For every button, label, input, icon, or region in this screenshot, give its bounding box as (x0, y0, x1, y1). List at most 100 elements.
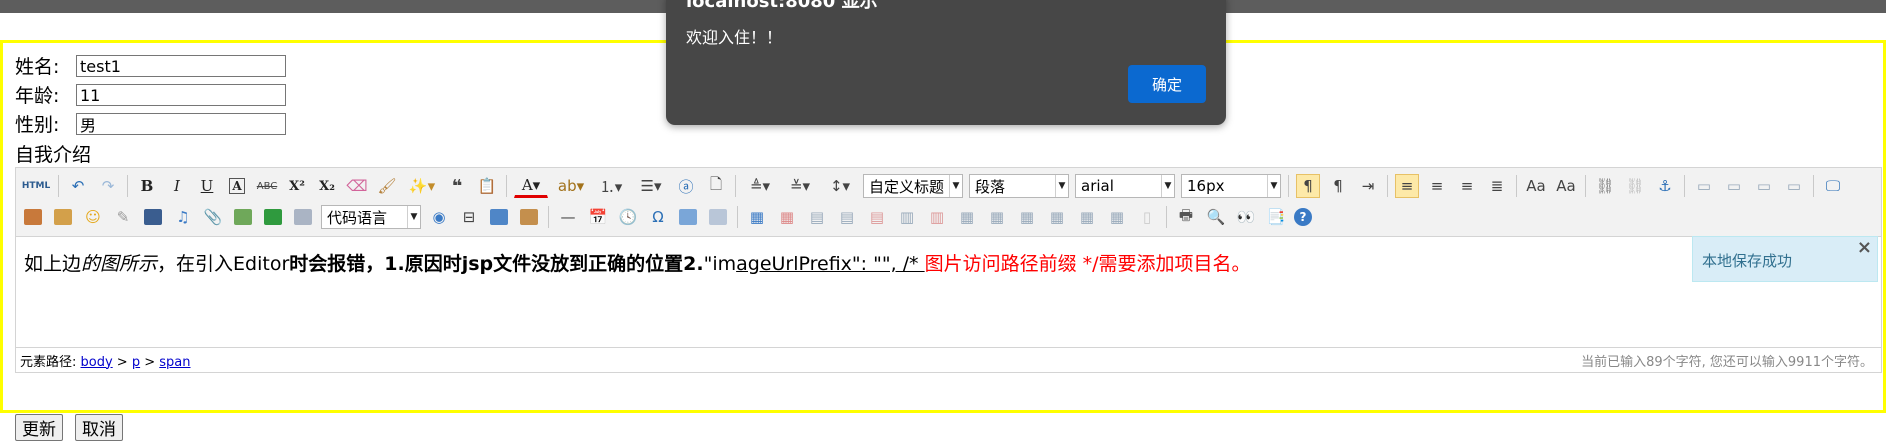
font-family-select[interactable]: arial ▼ (1075, 174, 1175, 198)
name-row: 姓名: (15, 54, 286, 80)
date-icon[interactable]: 📅 (586, 205, 610, 229)
age-input[interactable] (76, 84, 286, 106)
font-border-icon[interactable]: A (229, 178, 245, 194)
unordered-list-icon[interactable]: ☰▾ (634, 174, 668, 198)
gender-input[interactable] (76, 113, 286, 135)
special-char-icon[interactable]: Ω (646, 205, 670, 229)
unlink-icon[interactable]: ⛓ (1623, 174, 1647, 198)
search-replace-icon[interactable]: 👀 (1234, 205, 1258, 229)
subscript-icon[interactable]: X₂ (315, 174, 339, 198)
toolbar-separator (58, 175, 59, 197)
highlight-color-icon[interactable]: ab▾ (554, 174, 588, 198)
web-app-icon[interactable]: ◉ (427, 205, 451, 229)
blockquote-icon[interactable]: ❝ (445, 174, 469, 198)
simple-upload-icon[interactable] (21, 205, 45, 229)
align-left-icon[interactable]: ≡ (1395, 174, 1419, 198)
eraser-icon[interactable]: ⌫ (345, 174, 369, 198)
split-rows-icon[interactable]: ▦ (1075, 205, 1099, 229)
path-link-span[interactable]: span (159, 355, 190, 370)
direction-ltr-icon[interactable]: ¶ (1296, 174, 1320, 198)
page-break-icon[interactable]: ⊟ (457, 205, 481, 229)
custom-title-select[interactable]: 自定义标题 ▼ (863, 174, 963, 198)
font-color-icon[interactable]: A▾ (514, 174, 548, 198)
underline-icon[interactable]: U (195, 174, 219, 198)
indent-icon[interactable]: ⇥ (1356, 174, 1380, 198)
background-icon[interactable] (517, 205, 541, 229)
music-icon[interactable]: ♫ (171, 205, 195, 229)
redo-icon[interactable]: ↷ (96, 174, 120, 198)
chart-icon[interactable]: ▯ (1135, 205, 1159, 229)
preview-icon[interactable]: 🔍 (1204, 205, 1228, 229)
image-none-icon[interactable]: ▭ (1692, 174, 1716, 198)
font-size-select[interactable]: 16px ▼ (1181, 174, 1281, 198)
code-language-select[interactable]: 代码语言 ▼ (321, 205, 421, 229)
anchor-icon[interactable]: ⚓ (1653, 174, 1677, 198)
help-icon[interactable]: ? (1294, 208, 1312, 226)
insert-image-icon[interactable] (51, 205, 75, 229)
template-icon[interactable] (487, 205, 511, 229)
path-link-body[interactable]: body (81, 355, 113, 370)
image-center-icon[interactable]: ▭ (1782, 174, 1806, 198)
delete-col-icon[interactable]: ▥ (925, 205, 949, 229)
lowercase-icon[interactable]: Aa (1554, 174, 1578, 198)
delete-row-icon[interactable]: ▤ (865, 205, 889, 229)
map-icon[interactable] (231, 205, 255, 229)
insert-frame-icon[interactable] (291, 205, 315, 229)
path-link-p[interactable]: p (132, 355, 140, 370)
image-right-icon[interactable]: ▭ (1752, 174, 1776, 198)
image-left-icon[interactable]: ▭ (1722, 174, 1746, 198)
strikethrough-icon[interactable]: ABC (255, 174, 279, 198)
align-right-icon[interactable]: ≡ (1455, 174, 1479, 198)
emotion-icon[interactable]: ☺ (81, 205, 105, 229)
word-image-icon[interactable] (676, 205, 700, 229)
align-center-icon[interactable]: ≡ (1425, 174, 1449, 198)
time-icon[interactable]: 🕓 (616, 205, 640, 229)
bold-icon[interactable]: B (135, 174, 159, 198)
clear-doc-icon[interactable]: 🗋 (704, 174, 728, 198)
horizontal-rule-icon[interactable]: — (556, 205, 580, 229)
paragraph-select[interactable]: 段落 ▼ (969, 174, 1069, 198)
select-all-icon[interactable]: ⓐ (674, 174, 698, 198)
merge-right-icon[interactable]: ▦ (985, 205, 1009, 229)
insert-table-icon[interactable]: ▦ (745, 205, 769, 229)
close-icon[interactable]: × (1857, 237, 1872, 258)
merge-down-icon[interactable]: ▦ (1015, 205, 1039, 229)
split-cells-icon[interactable]: ▦ (1045, 205, 1069, 229)
editor-content[interactable]: 如上边的图所示，在引入Editor时会报错，1.原因时jsp文件没放到正确的位置… (16, 237, 1881, 346)
uppercase-icon[interactable]: Aa (1524, 174, 1548, 198)
delete-table-icon[interactable]: ▦ (775, 205, 799, 229)
content-text: 如上边 (24, 253, 82, 275)
paste-plain-icon[interactable]: 📋 (475, 174, 499, 198)
direction-rtl-icon[interactable]: ¶ (1326, 174, 1350, 198)
fullscreen-icon[interactable]: 🖵 (1821, 174, 1845, 198)
insert-col-icon[interactable]: ▥ (895, 205, 919, 229)
align-justify-icon[interactable]: ≣ (1485, 174, 1509, 198)
cancel-button[interactable]: 取消 (75, 414, 123, 441)
name-input[interactable] (76, 55, 286, 77)
age-row: 年龄: (15, 83, 286, 109)
attachment-icon[interactable]: 📎 (201, 205, 225, 229)
html-source-button[interactable]: HTML (21, 174, 51, 198)
insert-video-icon[interactable] (141, 205, 165, 229)
auto-format-icon[interactable]: ✨▾ (405, 174, 439, 198)
split-cols-icon[interactable]: ▦ (1105, 205, 1129, 229)
google-map-icon[interactable] (261, 205, 285, 229)
dialog-ok-button[interactable]: 确定 (1128, 65, 1206, 103)
update-button[interactable]: 更新 (15, 414, 63, 441)
link-icon[interactable]: ⛓ (1593, 174, 1617, 198)
italic-icon[interactable]: I (165, 174, 189, 198)
superscript-icon[interactable]: X² (285, 174, 309, 198)
line-height-icon[interactable]: ↕▾ (823, 174, 857, 198)
insert-row-icon[interactable]: ▤ (835, 205, 859, 229)
print-icon[interactable]: 🖶 (1174, 205, 1198, 229)
snapscreen-icon[interactable] (706, 205, 730, 229)
drafts-icon[interactable]: 📑 (1264, 205, 1288, 229)
insert-paragraph-before-table-icon[interactable]: ▤ (805, 205, 829, 229)
scrawl-icon[interactable]: ✎ (111, 205, 135, 229)
format-brush-icon[interactable]: 🖌 (375, 174, 399, 198)
row-spacing-top-icon[interactable]: ≜▾ (743, 174, 777, 198)
row-spacing-bottom-icon[interactable]: ≚▾ (783, 174, 817, 198)
merge-cells-icon[interactable]: ▦ (955, 205, 979, 229)
ordered-list-icon[interactable]: ⒈▾ (594, 174, 628, 198)
undo-icon[interactable]: ↶ (66, 174, 90, 198)
